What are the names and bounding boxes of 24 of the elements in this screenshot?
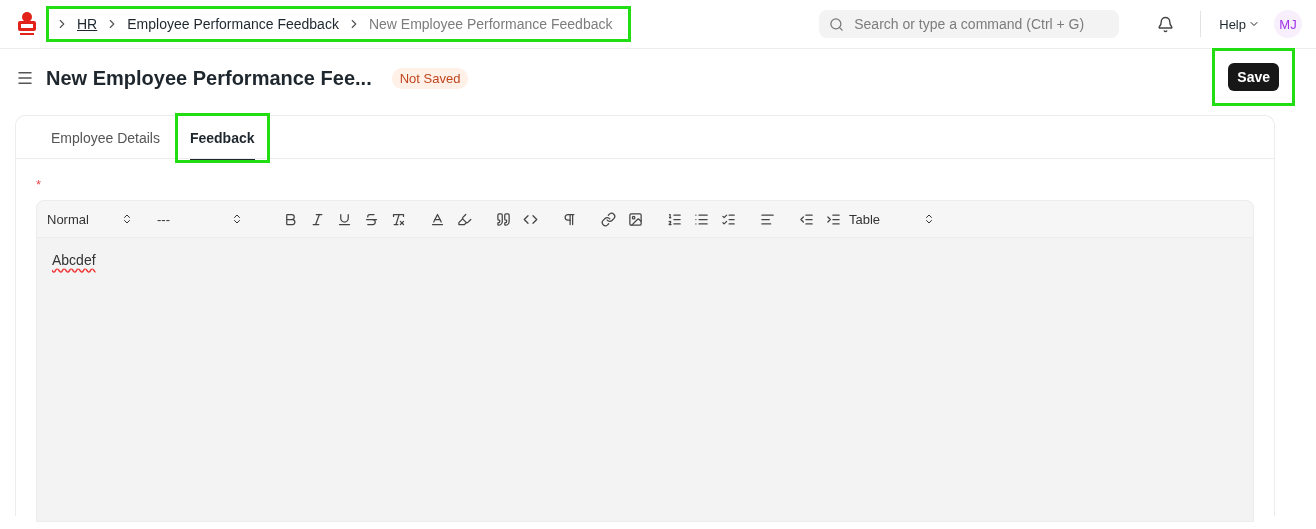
- user-avatar[interactable]: MJ: [1274, 10, 1302, 38]
- up-down-icon: [231, 213, 243, 225]
- text-editor[interactable]: Normal --- Table Abcdef: [36, 200, 1254, 522]
- menu-icon[interactable]: [16, 69, 34, 87]
- editor-text: Abcdef: [52, 252, 96, 268]
- format-dropdown[interactable]: ---: [155, 211, 249, 227]
- page-title: New Employee Performance Fee...: [46, 66, 372, 90]
- format-dropdown[interactable]: Normal: [45, 211, 139, 227]
- required-mark: *: [36, 177, 43, 192]
- save-button[interactable]: Save: [1228, 63, 1279, 91]
- search-field[interactable]: Search or type a command (Ctrl + G): [819, 10, 1120, 38]
- tab[interactable]: Employee Details: [51, 116, 160, 160]
- logo-icon[interactable]: [16, 11, 38, 37]
- up-down-icon: [121, 213, 133, 225]
- search-icon: [829, 16, 845, 32]
- notification-bell-icon[interactable]: [1157, 15, 1175, 33]
- up-down-icon: [923, 213, 935, 225]
- breadcrumb-current: New Employee Performance Feedback: [368, 16, 613, 32]
- tab[interactable]: Feedback: [189, 116, 255, 160]
- format-dropdown[interactable]: Table: [847, 211, 941, 227]
- breadcrumb-link[interactable]: HR: [77, 16, 98, 32]
- help-menu-button[interactable]: Help: [1213, 16, 1266, 32]
- status-indicator: Not Saved: [391, 67, 469, 89]
- breadcrumb-link[interactable]: Employee Performance Feedback: [127, 16, 339, 32]
